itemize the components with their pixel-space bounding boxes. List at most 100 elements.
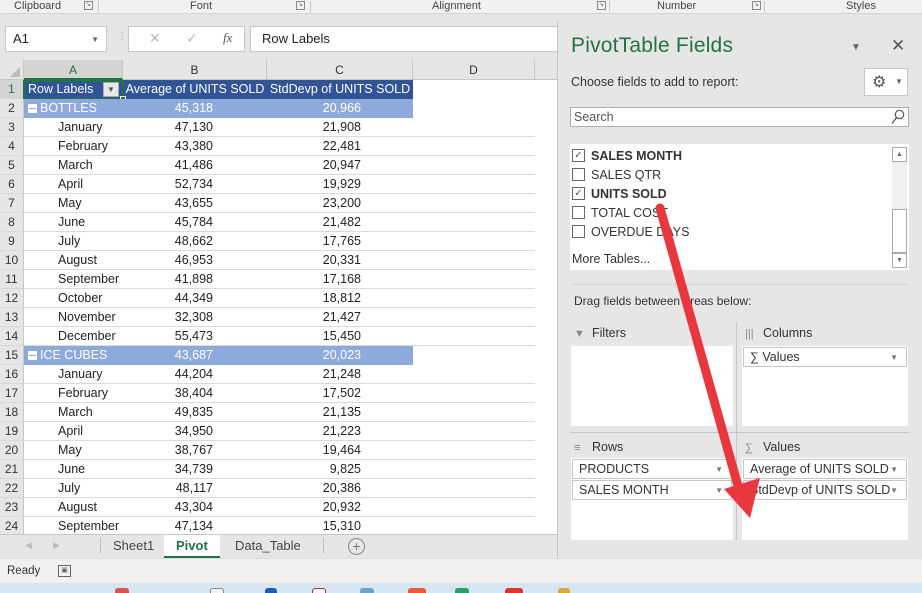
- new-sheet-button[interactable]: +: [348, 538, 365, 555]
- stddevp-units-sold-cell[interactable]: 15,450: [267, 327, 413, 346]
- stddevp-units-sold-cell[interactable]: 23,200: [267, 194, 413, 213]
- row-label-cell[interactable]: July: [24, 232, 123, 251]
- taskbar-app-icon[interactable]: [312, 588, 326, 593]
- cell[interactable]: [413, 175, 535, 194]
- cell[interactable]: [413, 99, 535, 118]
- row-number[interactable]: 20: [0, 441, 24, 460]
- row-number[interactable]: 16: [0, 365, 24, 384]
- average-units-sold-cell[interactable]: 47,134: [123, 517, 267, 534]
- row-label-cell[interactable]: September: [24, 517, 123, 534]
- chevron-down-icon[interactable]: ▼: [91, 35, 99, 44]
- chevron-down-icon[interactable]: ▼: [890, 482, 898, 499]
- stddevp-units-sold-cell[interactable]: 21,248: [267, 365, 413, 384]
- cell[interactable]: [413, 327, 535, 346]
- stddevp-units-sold-cell[interactable]: 19,464: [267, 441, 413, 460]
- row-number[interactable]: 5: [0, 156, 24, 175]
- row-label-cell[interactable]: May: [24, 441, 123, 460]
- field-list-scrollbar[interactable]: ▲ ▼: [892, 147, 907, 268]
- row-number[interactable]: 23: [0, 498, 24, 517]
- column-header-a[interactable]: A: [24, 60, 123, 80]
- columns-item-values[interactable]: ∑ Values ▼: [743, 347, 907, 367]
- scroll-up-icon[interactable]: ▲: [892, 147, 907, 162]
- row-number[interactable]: 4: [0, 137, 24, 156]
- alignment-dialog-launcher-icon[interactable]: ↘: [597, 1, 606, 10]
- stddevp-units-sold-cell[interactable]: 22,481: [267, 137, 413, 156]
- row-label-cell[interactable]: March: [24, 403, 123, 422]
- values-item-stddevp[interactable]: StdDevp of UNITS SOLD ▼: [743, 480, 907, 500]
- row-number[interactable]: 2: [0, 99, 24, 118]
- cell[interactable]: [413, 308, 535, 327]
- rows-item-sales-month[interactable]: SALES MONTH ▼: [572, 480, 732, 500]
- cell[interactable]: [413, 365, 535, 384]
- average-units-sold-cell[interactable]: 41,898: [123, 270, 267, 289]
- scroll-tabs-right-icon[interactable]: ▶: [53, 540, 60, 551]
- row-number[interactable]: 22: [0, 479, 24, 498]
- row-number[interactable]: 13: [0, 308, 24, 327]
- stddevp-units-sold-cell[interactable]: 21,223: [267, 422, 413, 441]
- stddevp-units-sold-cell[interactable]: 20,947: [267, 156, 413, 175]
- row-number[interactable]: 7: [0, 194, 24, 213]
- row-label-cell[interactable]: February: [24, 384, 123, 403]
- cell[interactable]: [413, 156, 535, 175]
- average-units-sold-cell[interactable]: 44,349: [123, 289, 267, 308]
- row-label-cell[interactable]: March: [24, 156, 123, 175]
- field-search-input[interactable]: Search: [570, 107, 909, 127]
- cell[interactable]: [413, 346, 535, 365]
- taskbar-app-icon[interactable]: [210, 588, 224, 593]
- cell[interactable]: [413, 137, 535, 156]
- row-label-cell[interactable]: January: [24, 118, 123, 137]
- stddevp-units-sold-cell[interactable]: 21,135: [267, 403, 413, 422]
- row-number[interactable]: 21: [0, 460, 24, 479]
- taskbar-app-icon[interactable]: [115, 588, 129, 593]
- cell[interactable]: [413, 213, 535, 232]
- stddevp-units-sold-cell[interactable]: 20,966: [267, 99, 413, 118]
- cell[interactable]: [413, 479, 535, 498]
- cell[interactable]: [413, 251, 535, 270]
- taskbar-app-icon[interactable]: [408, 588, 426, 593]
- average-units-sold-cell[interactable]: 38,404: [123, 384, 267, 403]
- taskbar-app-icon[interactable]: [360, 588, 374, 593]
- field-checkbox[interactable]: [572, 225, 585, 239]
- cell[interactable]: [413, 517, 535, 534]
- row-number[interactable]: 1: [0, 80, 24, 99]
- average-units-sold-cell[interactable]: 43,380: [123, 137, 267, 156]
- stddevp-units-sold-cell[interactable]: 17,502: [267, 384, 413, 403]
- row-number[interactable]: 24: [0, 517, 24, 534]
- name-box[interactable]: A1 ▼: [5, 26, 107, 52]
- stddevp-units-sold-cell[interactable]: 20,023: [267, 346, 413, 365]
- cancel-icon[interactable]: ✕: [149, 30, 161, 47]
- stddevp-units-sold-cell[interactable]: 21,908: [267, 118, 413, 137]
- row-label-cell[interactable]: BOTTLES: [24, 99, 123, 118]
- formula-input[interactable]: Row Labels: [250, 26, 590, 52]
- average-units-sold-cell[interactable]: 49,835: [123, 403, 267, 422]
- row-labels-filter-dropdown[interactable]: ▼: [103, 82, 119, 97]
- clipboard-dialog-launcher-icon[interactable]: ↘: [84, 1, 93, 10]
- stddevp-units-sold-cell[interactable]: 9,825: [267, 460, 413, 479]
- average-units-sold-cell[interactable]: 41,486: [123, 156, 267, 175]
- column-header-b[interactable]: B: [123, 60, 267, 80]
- average-units-sold-cell[interactable]: 52,734: [123, 175, 267, 194]
- field-checkbox[interactable]: ✓: [572, 187, 585, 201]
- row-label-cell[interactable]: April: [24, 422, 123, 441]
- tab-sheet1[interactable]: Sheet1: [101, 535, 166, 558]
- chevron-down-icon[interactable]: ▼: [715, 482, 723, 499]
- cell[interactable]: [413, 80, 535, 99]
- chevron-down-icon[interactable]: ▼: [890, 349, 898, 366]
- column-header-c[interactable]: C: [267, 60, 413, 80]
- average-units-sold-cell[interactable]: 46,953: [123, 251, 267, 270]
- field-item[interactable]: OVERDUE DAYS: [572, 223, 689, 242]
- field-checkbox[interactable]: [572, 168, 585, 182]
- row-number[interactable]: 6: [0, 175, 24, 194]
- column-header-d[interactable]: D: [413, 60, 535, 80]
- stddevp-units-sold-cell[interactable]: 15,310: [267, 517, 413, 534]
- cell[interactable]: [413, 118, 535, 137]
- taskbar-app-icon[interactable]: [265, 588, 277, 593]
- row-label-cell[interactable]: June: [24, 460, 123, 479]
- cell[interactable]: [413, 232, 535, 251]
- rows-drop-area[interactable]: PRODUCTS ▼ SALES MONTH ▼: [571, 458, 733, 540]
- row-number[interactable]: 3: [0, 118, 24, 137]
- average-units-sold-cell[interactable]: 32,308: [123, 308, 267, 327]
- number-dialog-launcher-icon[interactable]: ↘: [752, 1, 761, 10]
- stddevp-units-sold-header[interactable]: StdDevp of UNITS SOLD: [267, 80, 413, 99]
- row-label-cell[interactable]: February: [24, 137, 123, 156]
